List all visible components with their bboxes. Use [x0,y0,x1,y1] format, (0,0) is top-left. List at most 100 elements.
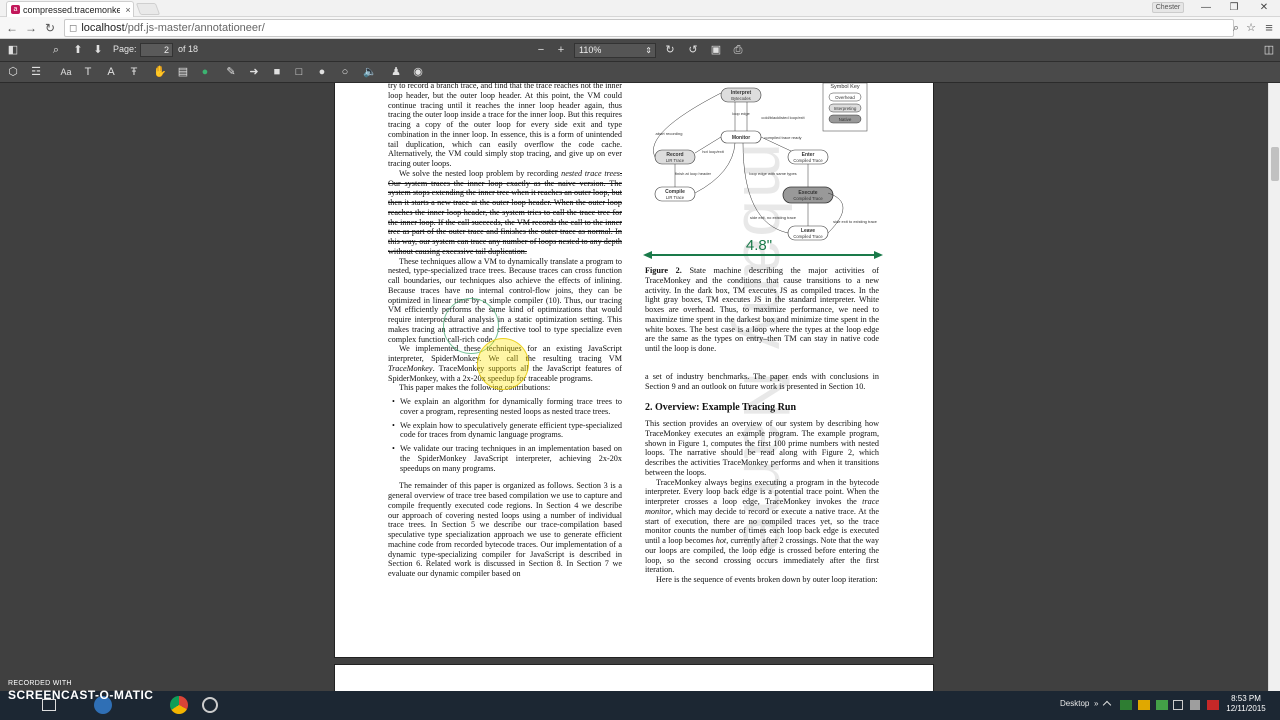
menu-icon[interactable]: ≡ [1261,20,1277,36]
right-column: Figure 2. State machine describing the m… [645,266,879,585]
pin-icon[interactable]: ● [197,65,213,80]
text-color-icon[interactable]: A [103,65,119,80]
zoom-dropdown-icon: ⇕ [645,46,652,55]
edge-label: finish at loop header [675,171,712,176]
search-icon[interactable]: ⌕ [48,43,64,58]
pencil-icon[interactable]: ✎ [223,65,239,80]
leave-node-sublabel: Compiled Trace [793,234,823,239]
chrome-icon[interactable] [170,696,188,714]
outline-toggle-icon[interactable]: ◫ [1261,43,1277,58]
zoom-in-icon[interactable]: + [553,43,569,58]
strikeout-icon[interactable]: Ŧ [126,65,142,80]
system-clock[interactable]: 8:53 PM 12/11/2015 [1226,694,1266,714]
next-page-icon[interactable]: ⬇ [90,43,106,58]
highlight-icon[interactable]: ☲ [28,65,44,80]
dimension-arrow-left [643,251,652,259]
monitor-node-label: Monitor [732,135,750,141]
new-tab-button[interactable] [135,3,161,15]
toolbar-expand-icon[interactable]: » [1094,699,1098,708]
recording-watermark: RECORDED WITH SCREENCAST-O-MATIC [8,680,153,702]
paragraph: a set of industry benchmarks. The paper … [645,371,879,391]
page-icon: ◻ [69,22,78,34]
edge-label: cold/blacklisted loop/exit [761,115,805,120]
zoom-out-icon[interactable]: − [533,43,549,58]
execute-node-sublabel: Compiled Trace [793,196,823,201]
forward-icon[interactable]: → [23,20,39,36]
tray-app-icon[interactable] [1120,700,1132,710]
page-count: of 18 [178,44,199,54]
stamp-icon[interactable]: ♟ [388,65,404,80]
edge-label: side exit to existing trace [833,219,878,224]
audio-icon[interactable]: 🔈 [362,65,378,80]
document-viewer[interactable]: mbany Name try to record a branch trace,… [0,83,1268,691]
bookmark-star-icon[interactable]: ☆ [1243,20,1259,36]
tray-app-icon[interactable] [1207,700,1219,710]
previous-page-icon[interactable]: ⬆ [70,43,86,58]
fill-rect-icon[interactable]: ■ [269,65,285,80]
arrow-icon[interactable]: ➜ [246,65,262,80]
hand-icon[interactable]: ✋ [152,65,168,80]
desktop-toolbar-label[interactable]: Desktop [1060,699,1089,708]
recorded-with-label: RECORDED WITH [8,680,72,687]
print-icon[interactable]: ⎙ [730,43,746,58]
minimize-icon[interactable]: — [1192,0,1220,16]
fill-circle-icon[interactable]: ● [314,65,330,80]
profile-button[interactable]: Chester [1152,2,1184,13]
key-native-label: Native [839,117,852,122]
restore-icon[interactable]: ❐ [1220,0,1248,16]
edge-label: compiled trace ready [764,135,801,140]
scrollbar-thumb[interactable] [1271,147,1279,181]
page-number-input[interactable] [140,43,173,57]
figure-caption: Figure 2. State machine describing the m… [645,266,879,353]
media-app-icon[interactable] [202,697,218,713]
left-column: try to record a branch trace, and find t… [388,83,622,579]
text-box-icon[interactable]: T [80,65,96,80]
paragraph: Here is the sequence of events broken do… [656,575,878,584]
url-host: localhost [81,22,125,34]
list-item: We validate our tracing techniques in an… [388,444,622,473]
network-icon[interactable] [1173,700,1183,710]
viewer-toolbar: ◧ ⌕ ⬆ ⬇ Page: of 18 − + 110% ⇕ ↻ ↺ ▣ ⎙ ◫ [0,39,1280,62]
state-machine-figure: Symbol Key Overhead Interpreting Native … [643,83,883,259]
paragraph: We solve the nested loop problem by reco… [388,168,622,256]
url-field[interactable]: ◻ localhost /pdf.js-master/annotationeer… [64,19,1234,37]
paragraph: These techniques allow a VM to dynamical… [388,256,622,344]
font-icon[interactable]: Aa [58,65,74,80]
close-window-icon[interactable]: ✕ [1250,0,1278,16]
key-interpreting-label: Interpreting [834,106,857,111]
tab-close-icon[interactable]: × [123,5,133,15]
back-icon[interactable]: ← [4,20,20,36]
rotate-counterclockwise-icon[interactable]: ↺ [685,43,701,58]
paragraph: TraceMonkey always begins executing a pr… [645,477,879,575]
sidebar-toggle-icon[interactable]: ◧ [5,43,21,58]
rect-icon[interactable]: □ [291,65,307,80]
pdf-page-next [335,665,933,691]
symbol-key-title: Symbol Key [830,84,860,90]
highlight-circle-annotation[interactable] [477,338,529,390]
vertical-scrollbar[interactable] [1268,83,1280,691]
zoom-select[interactable]: 110% ⇕ [574,43,656,58]
save-icon[interactable]: ▣ [708,43,724,58]
contribution-list: We explain an algorithm for dynamically … [388,397,622,473]
clock-date: 12/11/2015 [1226,704,1266,713]
clock-time: 8:53 PM [1231,694,1261,703]
paragraph: The remainder of this paper is organized… [388,481,622,578]
circle-icon[interactable]: ○ [337,65,353,80]
dimension-label: 4.8" [746,237,772,254]
page-label: Page: [113,44,137,54]
tray-app-icon[interactable] [1156,700,1168,710]
tray-app-icon[interactable] [1138,700,1150,710]
zoom-value: 110% [579,45,602,55]
camera-icon[interactable]: ◉ [410,65,426,80]
reload-icon[interactable]: ↻ [42,20,58,36]
list-item: We explain how to speculatively generate… [388,421,622,441]
note-icon[interactable]: ▤ [175,65,191,80]
browser-tab-strip: a compressed.tracemonkey × Chester — ❐ ✕ [0,0,1280,17]
edge-label: loop edge [732,111,750,116]
edge-label: side exit, no existing trace [750,215,797,220]
select-icon[interactable]: ⬡ [5,65,21,80]
volume-icon[interactable] [1190,700,1200,710]
rotate-clockwise-icon[interactable]: ↻ [662,43,678,58]
browser-tab[interactable]: a compressed.tracemonkey × [6,1,134,17]
lens-icon[interactable]: ⌕ [1228,20,1244,36]
